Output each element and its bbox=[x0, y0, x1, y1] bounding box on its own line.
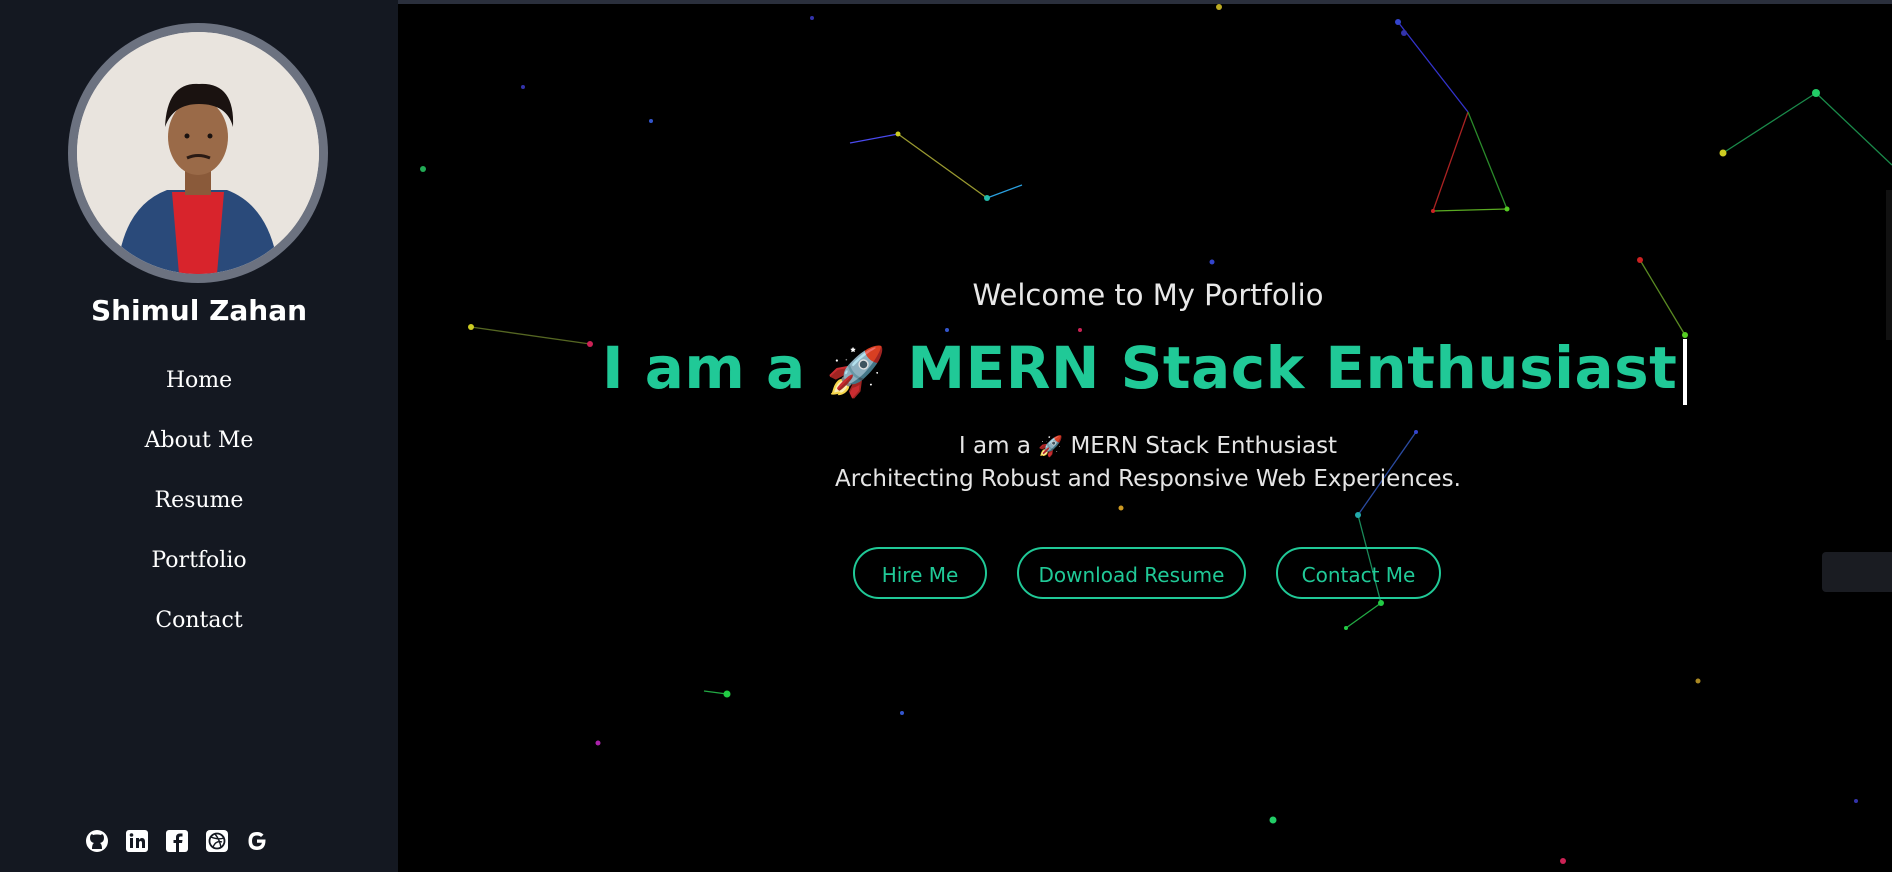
avatar bbox=[77, 32, 319, 274]
sidebar-nav: Home About Me Resume Portfolio Contact bbox=[0, 360, 398, 660]
headline-role: MERN Stack Enthusiast bbox=[907, 334, 1678, 402]
facebook-icon[interactable] bbox=[164, 828, 190, 854]
nav-item-home[interactable]: Home bbox=[0, 360, 398, 420]
nav-item-portfolio[interactable]: Portfolio bbox=[0, 540, 398, 600]
role-line: I am a 🚀 MERN Stack Enthusiast bbox=[398, 433, 1892, 459]
rocket-icon: 🚀 bbox=[826, 344, 887, 400]
nav-item-about[interactable]: About Me bbox=[0, 420, 398, 480]
github-icon[interactable] bbox=[84, 828, 110, 854]
google-icon[interactable] bbox=[244, 828, 270, 854]
dribbble-icon[interactable] bbox=[204, 828, 230, 854]
nav-item-resume[interactable]: Resume bbox=[0, 480, 398, 540]
nav-item-contact[interactable]: Contact bbox=[0, 600, 398, 660]
avatar-frame bbox=[68, 23, 328, 283]
hire-me-button[interactable]: Hire Me bbox=[853, 547, 987, 599]
typing-caret bbox=[1683, 338, 1688, 405]
rocket-icon-small: 🚀 bbox=[1038, 434, 1064, 458]
hero-section: Welcome to My Portfolio I am a 🚀 MERN St… bbox=[398, 0, 1892, 872]
typed-headline: I am a 🚀 MERN Stack Enthusiast bbox=[602, 334, 1742, 405]
welcome-text: Welcome to My Portfolio bbox=[972, 278, 1324, 312]
download-resume-button[interactable]: Download Resume bbox=[1017, 547, 1246, 599]
social-links bbox=[84, 826, 284, 856]
sidebar: Shimul Zahan Home About Me Resume Portfo… bbox=[0, 0, 398, 872]
tagline: Architecting Robust and Responsive Web E… bbox=[835, 466, 1461, 492]
headline-prefix: I am a bbox=[602, 334, 806, 402]
profile-name: Shimul Zahan bbox=[90, 294, 308, 327]
role-name: MERN Stack Enthusiast bbox=[1070, 433, 1338, 459]
role-prefix: I am a bbox=[958, 433, 1031, 459]
linkedin-icon[interactable] bbox=[124, 828, 150, 854]
contact-me-button[interactable]: Contact Me bbox=[1276, 547, 1441, 599]
